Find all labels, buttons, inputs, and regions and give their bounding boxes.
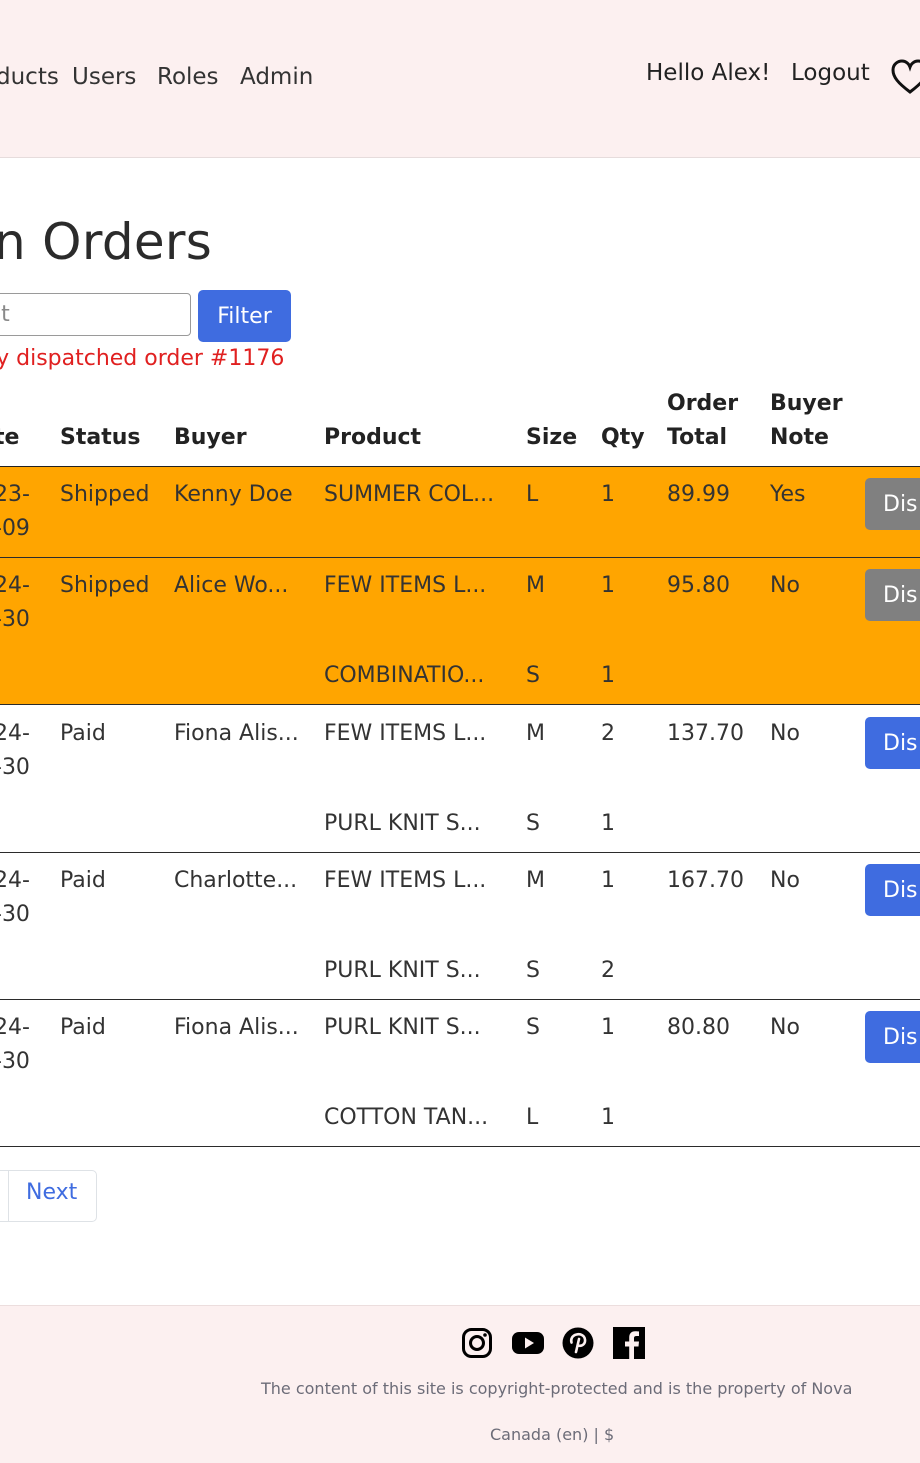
order-date: 24- -30 bbox=[0, 868, 30, 927]
item-size: L bbox=[526, 1105, 539, 1130]
order-buyer-note: No bbox=[770, 573, 800, 598]
footer-copyright: The content of this site is copyright-pr… bbox=[261, 1379, 853, 1398]
item-size: S bbox=[526, 1015, 540, 1040]
header-buyer: Buyer bbox=[174, 425, 247, 450]
youtube-icon[interactable] bbox=[512, 1327, 544, 1359]
order-status: Paid bbox=[60, 868, 106, 893]
item-size: M bbox=[526, 573, 545, 598]
nav-link-products[interactable]: ducts bbox=[0, 64, 59, 90]
order-total: 137.70 bbox=[667, 721, 744, 746]
item-qty: 1 bbox=[601, 811, 615, 836]
item-size: S bbox=[526, 811, 540, 836]
item-qty: 2 bbox=[601, 958, 615, 983]
search-input[interactable] bbox=[0, 293, 191, 336]
item-size: S bbox=[526, 958, 540, 983]
item-size: S bbox=[526, 663, 540, 688]
pinterest-icon[interactable] bbox=[562, 1327, 594, 1359]
order-date: 24- -30 bbox=[0, 1015, 30, 1074]
order-buyer-note: No bbox=[770, 868, 800, 893]
header-date: te bbox=[0, 425, 20, 450]
dispatch-button[interactable]: Dis bbox=[865, 569, 920, 621]
order-status: Paid bbox=[60, 721, 106, 746]
dispatch-button[interactable]: Dis bbox=[865, 1011, 920, 1063]
item-qty: 1 bbox=[601, 573, 615, 598]
order-buyer: Kenny Doe bbox=[174, 482, 293, 507]
order-date: 24- -30 bbox=[0, 573, 30, 632]
order-buyer-note: No bbox=[770, 721, 800, 746]
table-row: 24- -30 Paid Fiona Alis... FEW ITEMS L..… bbox=[0, 705, 920, 853]
nav-link-users[interactable]: Users bbox=[72, 64, 136, 90]
footer-locale[interactable]: Canada (en) | $ bbox=[490, 1425, 614, 1444]
header-order-total: Order Total bbox=[667, 391, 739, 450]
order-total: 80.80 bbox=[667, 1015, 730, 1040]
filter-button[interactable]: Filter bbox=[198, 290, 291, 342]
navbar: ducts Users Roles Admin Hello Alex! Logo… bbox=[0, 0, 920, 158]
order-buyer: Alice Wo... bbox=[174, 573, 289, 598]
order-buyer: Fiona Alis... bbox=[174, 1015, 299, 1040]
dispatch-button[interactable]: Dis bbox=[865, 717, 920, 769]
logout-link[interactable]: Logout bbox=[791, 60, 870, 86]
header-qty: Qty bbox=[601, 425, 645, 450]
item-product: SUMMER COL... bbox=[324, 482, 495, 507]
item-size: L bbox=[526, 482, 539, 507]
header-status: Status bbox=[60, 425, 141, 450]
order-status: Paid bbox=[60, 1015, 106, 1040]
table-row: 23- -09 Shipped Kenny Doe SUMMER COL... … bbox=[0, 467, 920, 558]
order-date: 23- -09 bbox=[0, 482, 30, 541]
item-product: FEW ITEMS L... bbox=[324, 721, 487, 746]
order-total: 167.70 bbox=[667, 868, 744, 893]
table-row: 24- -30 Shipped Alice Wo... FEW ITEMS L.… bbox=[0, 558, 920, 705]
item-product: PURL KNIT S... bbox=[324, 1015, 481, 1040]
item-size: M bbox=[526, 721, 545, 746]
item-product: FEW ITEMS L... bbox=[324, 868, 487, 893]
order-buyer: Charlotte... bbox=[174, 868, 298, 893]
header-buyer-note: Buyer Note bbox=[770, 391, 843, 450]
heart-icon[interactable] bbox=[890, 58, 920, 98]
order-status: Shipped bbox=[60, 482, 150, 507]
item-qty: 1 bbox=[601, 1015, 615, 1040]
nav-link-roles[interactable]: Roles bbox=[157, 64, 219, 90]
pagination-divider bbox=[8, 1170, 9, 1222]
item-qty: 1 bbox=[601, 482, 615, 507]
item-product: FEW ITEMS L... bbox=[324, 573, 487, 598]
item-size: M bbox=[526, 868, 545, 893]
dispatch-button[interactable]: Dis bbox=[865, 478, 920, 530]
item-product: PURL KNIT S... bbox=[324, 958, 481, 983]
item-qty: 1 bbox=[601, 868, 615, 893]
status-message: ly dispatched order #1176 bbox=[0, 346, 285, 371]
page-title: n Orders bbox=[0, 213, 213, 271]
item-qty: 2 bbox=[601, 721, 615, 746]
table-row: 24- -30 Paid Charlotte... FEW ITEMS L...… bbox=[0, 853, 920, 1000]
item-product: COTTON TAN... bbox=[324, 1105, 489, 1130]
order-buyer-note: Yes bbox=[770, 482, 806, 507]
table-row: 24- -30 Paid Fiona Alis... PURL KNIT S..… bbox=[0, 1000, 920, 1147]
item-qty: 1 bbox=[601, 663, 615, 688]
order-buyer-note: No bbox=[770, 1015, 800, 1040]
order-total: 95.80 bbox=[667, 573, 730, 598]
facebook-icon[interactable] bbox=[613, 1327, 645, 1359]
header-product: Product bbox=[324, 425, 422, 450]
order-buyer: Fiona Alis... bbox=[174, 721, 299, 746]
order-date: 24- -30 bbox=[0, 721, 30, 780]
user-greeting: Hello Alex! bbox=[646, 60, 771, 86]
instagram-icon[interactable] bbox=[461, 1327, 493, 1359]
item-qty: 1 bbox=[601, 1105, 615, 1130]
item-product: COMBINATIO... bbox=[324, 663, 485, 688]
nav-link-admin[interactable]: Admin bbox=[240, 64, 313, 90]
order-total: 89.99 bbox=[667, 482, 730, 507]
item-product: PURL KNIT S... bbox=[324, 811, 481, 836]
order-status: Shipped bbox=[60, 573, 150, 598]
dispatch-button[interactable]: Dis bbox=[865, 864, 920, 916]
next-page-link[interactable]: Next bbox=[26, 1180, 77, 1205]
header-size: Size bbox=[526, 425, 578, 450]
